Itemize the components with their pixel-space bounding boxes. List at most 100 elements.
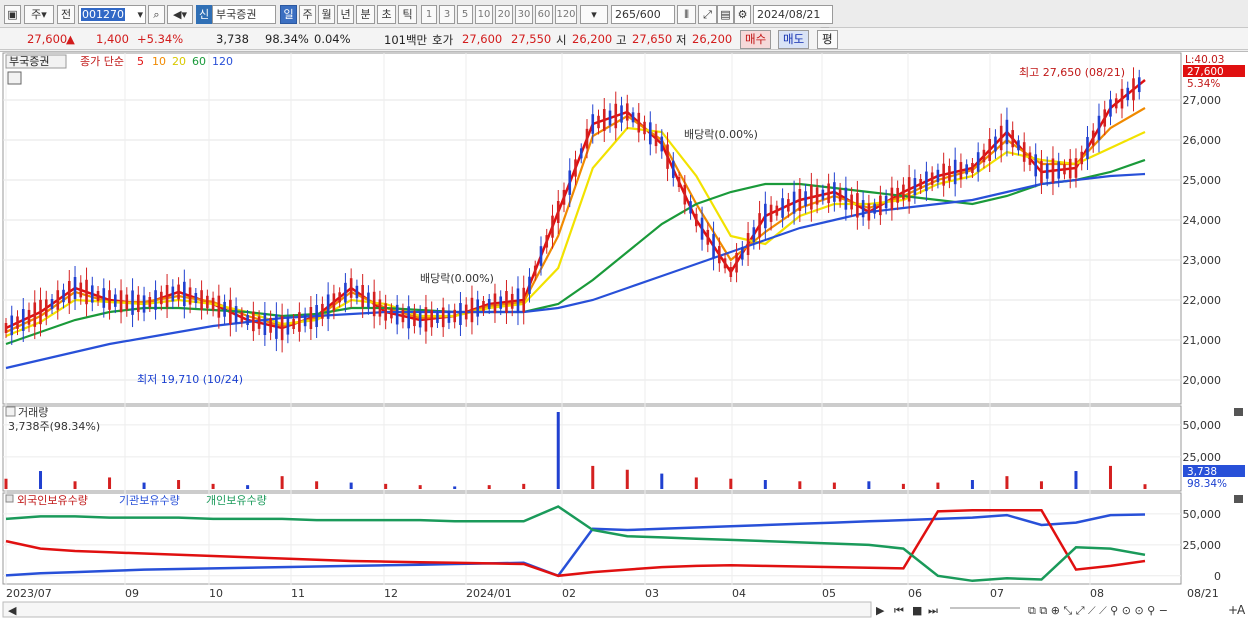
stock-code-input[interactable]: 001270 ▾ [78,5,146,24]
count-shown: 265 [615,8,636,21]
period-day-button[interactable]: 일 [280,5,297,24]
current-price: 27,600 [27,32,68,46]
horizontal-scrollbar[interactable] [2,601,872,618]
period-month-button[interactable]: 월 [318,5,335,24]
market-prev-button[interactable]: 전 [57,5,75,24]
holding-panel-close-icon[interactable] [1234,495,1243,503]
scroll-left-icon[interactable]: ◀ [8,604,17,617]
play-forward-icon[interactable]: ⏭ [928,604,938,617]
candle-body [67,281,71,303]
candle-body [246,315,249,325]
candle-body [62,289,65,303]
search-icon[interactable]: ⌕ [148,5,165,24]
stock-badge: 신 [196,5,212,24]
volume-bar [4,478,8,489]
candle-body [470,297,474,323]
legend-individual: 개인보유수량 [206,494,267,507]
holding-panel-handle[interactable] [5,494,14,503]
volume-bar [1108,465,1112,489]
save-icon[interactable]: ▤ [717,5,734,24]
candle-body [689,201,692,214]
legend-ma-60[interactable]: 60 [192,55,206,68]
play-back-icon[interactable]: ⏮ [894,604,904,617]
candle-body [942,163,945,186]
candle-body [971,163,974,173]
volume-bar [660,473,664,489]
candle-body [522,287,526,313]
trend-icon[interactable]: ⤢ [698,5,717,24]
candle-body [510,293,514,309]
grid-toggle-icon[interactable] [7,71,22,85]
candle-body [326,294,330,319]
volume-panel-close-icon[interactable] [1234,408,1243,416]
volume-bar [763,480,767,489]
step-30-button[interactable]: 30 [515,5,533,24]
volume-panel-handle[interactable] [5,406,16,417]
legend-ma-120[interactable]: 120 [212,55,233,68]
y-axis-labels: 27,000 26,000 25,000 24,000 23,000 22,000 21,0… [1183,94,1222,583]
candle-body [482,301,485,311]
market-type-select[interactable]: 주▾ [24,5,54,24]
candle-body [597,115,600,129]
candle-body [1120,88,1124,109]
period-year-button[interactable]: 년 [337,5,354,24]
candle-body [556,201,560,223]
gear-icon[interactable]: ⚙ [734,5,751,24]
candle-body [476,299,480,317]
step-120-button[interactable]: 120 [555,5,577,24]
step-1-button[interactable]: 1 [421,5,437,24]
candle-body [850,194,853,210]
date-field[interactable]: 2024/08/21▦ [753,5,833,38]
tools-icon[interactable]: ⧉ ⧉ ⊕ ⤡ ⤢ ⟋ ⟋ ⚲ ⊙ ⊙ ⚲ − [1028,604,1168,617]
period-week-button[interactable]: 주 [299,5,316,24]
chart-canvas[interactable]: 27,000 26,000 25,000 24,000 23,000 22,000 21,0… [0,52,1248,621]
period-minute-button[interactable]: 분 [356,5,375,24]
candle-body [56,290,60,310]
candle-body [959,162,963,180]
candle-body [183,281,186,307]
candle-body [999,125,1003,151]
buy-button[interactable]: 매수 [740,30,772,49]
candle-body [976,152,980,172]
step-5-button[interactable]: 5 [457,5,473,24]
legend-ma-5[interactable]: 5 [137,55,144,68]
custom-step-select[interactable]: ▾ [580,5,608,24]
sell-button[interactable]: 매도 [778,30,810,49]
candle-body [1137,77,1141,93]
legend-ma-20[interactable]: 20 [172,55,186,68]
x-tick-label: 04 [732,587,746,600]
candle-body [1057,161,1061,179]
stop-icon[interactable]: ■ [912,604,922,617]
step-10-button[interactable]: 10 [475,5,493,24]
candle-body [562,189,566,205]
price-y-tick: 20,000 [1183,374,1222,387]
candle-body [447,310,451,323]
layout-icon[interactable]: ▣ [4,5,21,24]
candle-body [545,235,549,248]
candle-body [269,317,272,333]
chart-area[interactable]: 27,000 26,000 25,000 24,000 23,000 22,000 21,0… [0,51,1248,621]
count-field[interactable]: 265/600 [611,5,675,24]
candle-body [505,291,508,313]
step-60-button[interactable]: 60 [535,5,553,24]
candle-body [735,252,738,273]
candle-body [591,114,595,134]
period-second-button[interactable]: 초 [377,5,396,24]
step-20-button[interactable]: 20 [495,5,513,24]
candle-body [223,301,226,317]
candle-body [625,103,629,121]
eval-button[interactable]: 평 [817,30,838,49]
speaker-icon[interactable]: ◀▾ [167,5,193,24]
stock-name-field[interactable]: 부국증권 [212,5,276,24]
candle-body [137,294,140,312]
bid-label: 호가 [432,33,454,47]
candle-icon[interactable]: ⫴ [677,5,696,24]
candle-body [1005,119,1009,145]
legend-ma-10[interactable]: 10 [152,55,166,68]
volume-value: 3,738 [216,32,249,46]
chevron-down-icon[interactable]: ▾ [137,6,145,23]
step-3-button[interactable]: 3 [439,5,455,24]
scroll-right-icon[interactable]: ▶ [876,604,885,617]
font-size-icon[interactable]: A [1237,603,1246,617]
period-tick-button[interactable]: 틱 [398,5,417,24]
